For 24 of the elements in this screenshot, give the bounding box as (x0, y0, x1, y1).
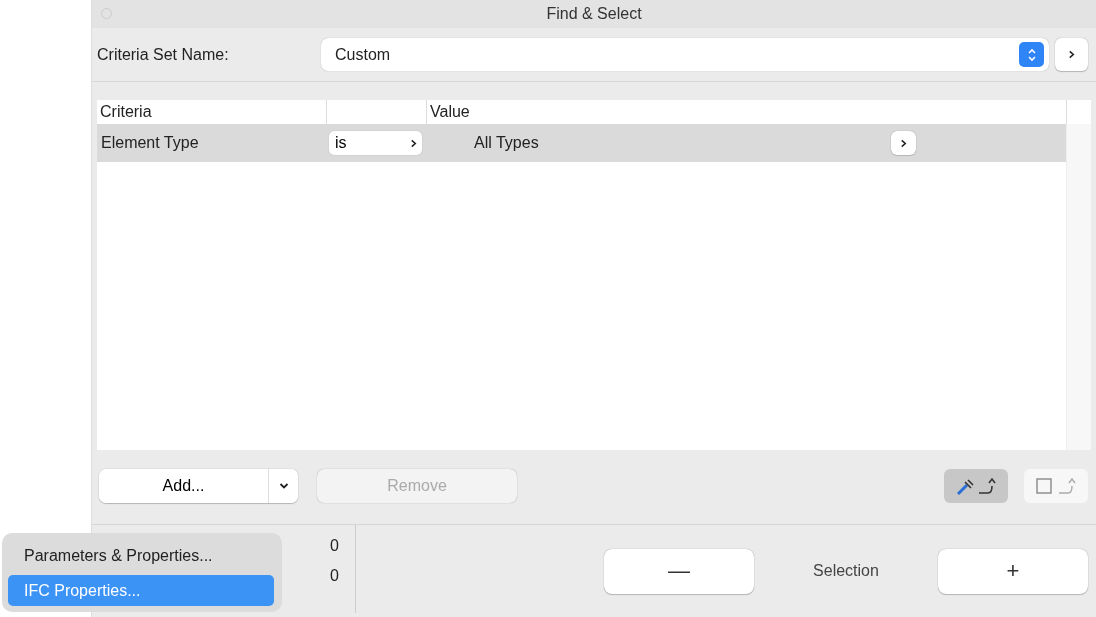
next-button[interactable] (1055, 38, 1088, 71)
count-label: 0 (330, 567, 339, 585)
table-cell: All Types (474, 134, 539, 152)
menu-item[interactable]: Parameters & Properties... (8, 540, 274, 571)
eyedropper-toggle-icon[interactable] (944, 469, 1008, 503)
chevron-right-icon (410, 139, 417, 148)
chevron-down-icon (278, 482, 289, 490)
remove-from-selection-button[interactable]: — (604, 548, 754, 594)
selection-label: Selection (812, 562, 880, 580)
window-title: Find & Select (546, 5, 642, 23)
operator-dropdown[interactable]: is (329, 131, 422, 155)
criteria-set-dropdown[interactable]: Custom (321, 38, 1049, 71)
chevron-right-icon (1068, 50, 1075, 59)
table-cell-text: Element Type (100, 134, 200, 152)
chevron-right-icon (900, 138, 907, 148)
dropdown-button[interactable] (269, 469, 298, 503)
count-label: 0 (330, 537, 339, 555)
add-button[interactable]: Add... (99, 469, 269, 503)
table-row[interactable]: Element Type is All Types (97, 124, 1066, 162)
stepper-icon (1019, 42, 1044, 67)
add-to-selection-button[interactable]: + (938, 548, 1088, 594)
value-chevron-button[interactable] (891, 131, 916, 155)
marquee-toggle-icon[interactable] (1024, 469, 1088, 503)
field-label: Criteria Set Name: (97, 45, 230, 64)
